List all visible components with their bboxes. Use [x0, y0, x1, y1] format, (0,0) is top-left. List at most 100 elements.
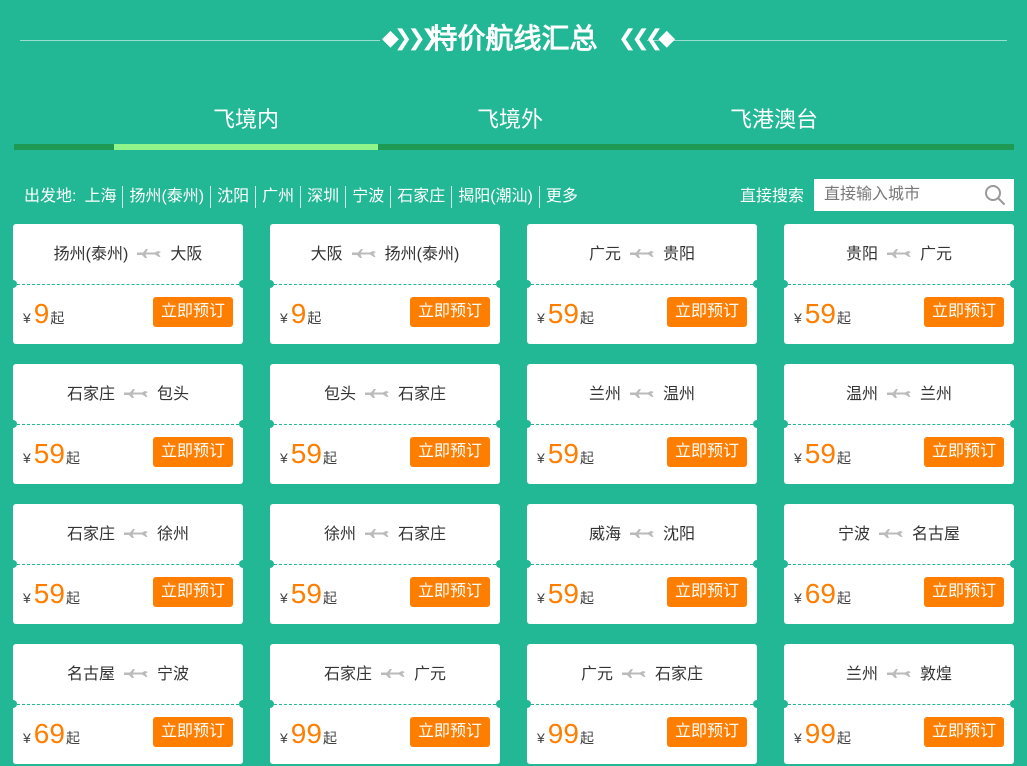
currency-symbol: ¥	[537, 310, 545, 326]
search-icon[interactable]	[984, 184, 1006, 206]
price-suffix: 起	[50, 310, 65, 326]
book-now-button[interactable]: 立即预订	[153, 717, 233, 747]
currency-symbol: ¥	[23, 730, 31, 746]
ticket-notch-left	[523, 280, 531, 288]
tab-international[interactable]: 飞境外	[378, 100, 642, 144]
ticket-notch-left	[780, 280, 788, 288]
currency-symbol: ¥	[280, 450, 288, 466]
tab-hk-macao-taiwan[interactable]: 飞港澳台	[642, 100, 906, 144]
route-origin: 包头	[323, 386, 356, 403]
route-card[interactable]: 贵阳 广元 ¥59起 立即预订	[780, 224, 1018, 344]
ticket-divider	[531, 564, 753, 565]
city-filter-jieyang[interactable]: 揭阳(潮汕)	[452, 186, 540, 208]
city-filter-shanghai[interactable]: 上海	[78, 186, 124, 208]
route-destination: 敦煌	[920, 666, 953, 683]
ticket-divider	[17, 564, 239, 565]
route-card[interactable]: 广元 贵阳 ¥59起 立即预订	[523, 224, 761, 344]
ticket-divider	[274, 564, 496, 565]
ticket-divider	[788, 424, 1010, 425]
ticket-notch-right	[239, 280, 247, 288]
route-card[interactable]: 温州 兰州 ¥59起 立即预订	[780, 364, 1018, 484]
route-origin: 广元	[580, 666, 613, 683]
city-search-input[interactable]	[814, 179, 984, 211]
book-now-button[interactable]: 立即预订	[153, 437, 233, 467]
book-now-button[interactable]: 立即预订	[924, 717, 1004, 747]
route-card[interactable]: 广元 石家庄 ¥99起 立即预订	[523, 644, 761, 764]
route-card[interactable]: 兰州 温州 ¥59起 立即预订	[523, 364, 761, 484]
route-origin: 徐州	[323, 526, 356, 543]
route-line: 包头 石家庄	[270, 364, 500, 424]
route-destination: 贵阳	[663, 246, 696, 263]
city-filter-shenyang[interactable]: 沈阳	[211, 186, 257, 208]
price-suffix: 起	[579, 310, 594, 326]
ticket-notch-right	[239, 420, 247, 428]
route-card[interactable]: 石家庄 徐州 ¥59起 立即预订	[9, 504, 247, 624]
more-cities-link[interactable]: 更多	[540, 186, 584, 208]
airplane-icon	[365, 528, 389, 538]
ticket-notch-right	[239, 700, 247, 708]
route-card[interactable]: 威海 沈阳 ¥59起 立即预订	[523, 504, 761, 624]
route-origin: 名古屋	[66, 666, 115, 683]
price-tag: ¥59起	[794, 298, 851, 334]
route-origin: 宁波	[837, 526, 870, 543]
book-now-button[interactable]: 立即预订	[667, 577, 747, 607]
ticket-notch-left	[9, 420, 17, 428]
route-card[interactable]: 徐州 石家庄 ¥59起 立即预订	[266, 504, 504, 624]
price-suffix: 起	[322, 450, 337, 466]
airplane-icon	[124, 668, 148, 678]
book-now-button[interactable]: 立即预订	[924, 577, 1004, 607]
tab-domestic[interactable]: 飞境内	[114, 100, 378, 144]
route-line: 扬州(泰州) 大阪	[13, 224, 243, 284]
ticket-notch-left	[9, 560, 17, 568]
route-line: 大阪 扬州(泰州)	[270, 224, 500, 284]
price-amount: 59	[547, 438, 579, 469]
route-line: 威海 沈阳	[527, 504, 757, 564]
city-filter-yangzhou[interactable]: 扬州(泰州)	[123, 186, 212, 208]
airplane-icon	[887, 668, 911, 678]
route-card[interactable]: 名古屋 宁波 ¥69起 立即预订	[9, 644, 247, 764]
route-line: 兰州 温州	[527, 364, 757, 424]
route-card[interactable]: 扬州(泰州) 大阪 ¥9起 立即预订	[9, 224, 247, 344]
route-line: 石家庄 徐州	[13, 504, 243, 564]
book-now-button[interactable]: 立即预订	[667, 297, 747, 327]
book-now-button[interactable]: 立即预订	[667, 437, 747, 467]
airplane-icon	[137, 248, 162, 258]
currency-symbol: ¥	[280, 310, 288, 326]
currency-symbol: ¥	[794, 450, 802, 466]
route-card[interactable]: 宁波 名古屋 ¥69起 立即预订	[780, 504, 1018, 624]
tab-active-indicator	[114, 144, 378, 150]
ticket-notch-right	[496, 700, 504, 708]
book-now-button[interactable]: 立即预订	[410, 577, 490, 607]
price-tag: ¥9起	[280, 298, 321, 334]
price-amount: 99	[804, 718, 836, 749]
route-card[interactable]: 石家庄 包头 ¥59起 立即预订	[9, 364, 247, 484]
departure-filter: 出发地: 上海 扬州(泰州) 沈阳 广州 深圳 宁波 石家庄 揭阳(潮汕) 更多	[24, 186, 584, 208]
book-now-button[interactable]: 立即预订	[410, 717, 490, 747]
ticket-divider	[531, 424, 753, 425]
ticket-divider	[531, 284, 753, 285]
book-now-button[interactable]: 立即预订	[924, 297, 1004, 327]
ticket-divider	[788, 284, 1010, 285]
city-filter-shijiazhuang[interactable]: 石家庄	[391, 186, 453, 208]
airplane-icon	[887, 388, 911, 398]
city-filter-shenzhen[interactable]: 深圳	[301, 186, 347, 208]
price-suffix: 起	[65, 730, 80, 746]
book-now-button[interactable]: 立即预订	[924, 437, 1004, 467]
price-suffix: 起	[579, 730, 594, 746]
search-label: 直接搜索	[740, 188, 805, 205]
currency-symbol: ¥	[23, 590, 31, 606]
route-card[interactable]: 包头 石家庄 ¥59起 立即预订	[266, 364, 504, 484]
route-card[interactable]: 石家庄 广元 ¥99起 立即预订	[266, 644, 504, 764]
book-now-button[interactable]: 立即预订	[667, 717, 747, 747]
book-now-button[interactable]: 立即预订	[410, 297, 490, 327]
route-card[interactable]: 大阪 扬州(泰州) ¥9起 立即预订	[266, 224, 504, 344]
book-now-button[interactable]: 立即预订	[153, 297, 233, 327]
price-amount: 69	[804, 578, 836, 609]
route-card[interactable]: 兰州 敦煌 ¥99起 立即预订	[780, 644, 1018, 764]
book-now-button[interactable]: 立即预订	[153, 577, 233, 607]
city-filter-guangzhou[interactable]: 广州	[256, 186, 302, 208]
city-filter-ningbo[interactable]: 宁波	[346, 186, 392, 208]
route-origin: 扬州(泰州)	[53, 246, 129, 263]
book-now-button[interactable]: 立即预订	[410, 437, 490, 467]
ticket-notch-right	[753, 420, 761, 428]
